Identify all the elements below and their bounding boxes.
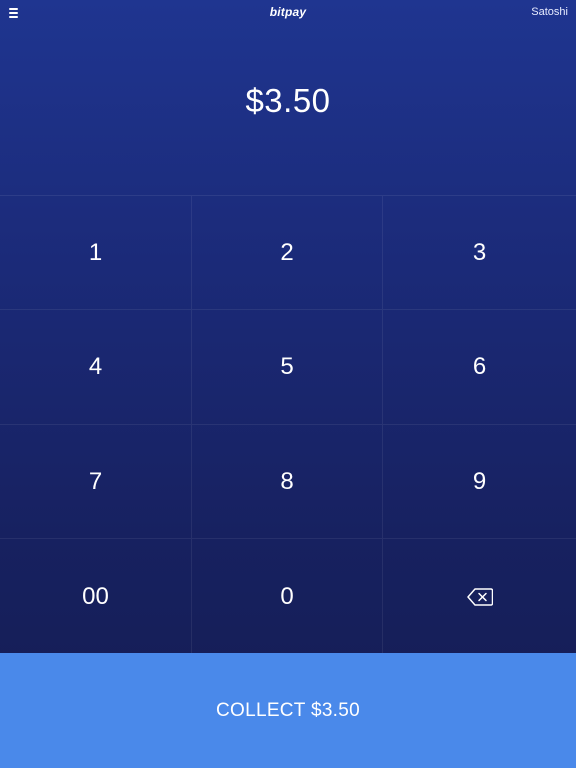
key-3[interactable]: 3	[383, 196, 576, 310]
collect-button[interactable]: COLLECT $3.50	[0, 653, 576, 768]
key-6[interactable]: 6	[383, 310, 576, 425]
top-bar: bitpay Satoshi	[0, 0, 576, 26]
numeric-keypad: 1 2 3 4 5 6 7 8 9 00 0	[0, 195, 576, 654]
backspace-key[interactable]	[383, 539, 576, 654]
amount-display: $3.50	[245, 82, 331, 119]
key-0[interactable]: 0	[192, 539, 383, 654]
backspace-icon	[466, 587, 493, 606]
bitpay-logo: bitpay	[269, 5, 307, 19]
key-9[interactable]: 9	[383, 425, 576, 539]
unit-toggle-button[interactable]: Satoshi	[531, 6, 568, 18]
key-00[interactable]: 00	[0, 539, 192, 654]
key-8[interactable]: 8	[192, 425, 383, 539]
key-5[interactable]: 5	[192, 310, 383, 425]
key-1[interactable]: 1	[0, 196, 192, 310]
key-2[interactable]: 2	[192, 196, 383, 310]
key-7[interactable]: 7	[0, 425, 192, 539]
key-4[interactable]: 4	[0, 310, 192, 425]
